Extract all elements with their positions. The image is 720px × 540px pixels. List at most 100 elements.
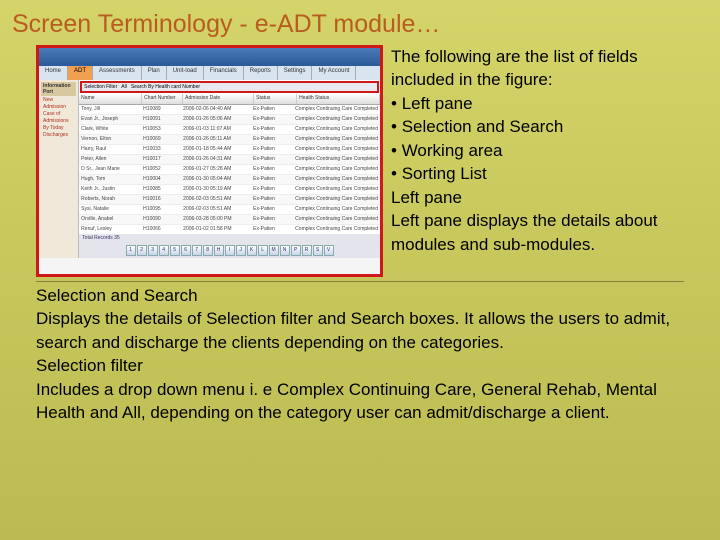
selection-filter-value[interactable]: All: [121, 84, 127, 90]
cell: H10089: [141, 105, 181, 114]
left-pane-item[interactable]: Discharges: [41, 132, 76, 139]
table-row[interactable]: D Sr., Jean MarieH100522006-01-27 05:28 …: [79, 165, 380, 175]
pager-button[interactable]: 7: [192, 245, 202, 256]
pager-button[interactable]: 4: [159, 245, 169, 256]
cell: Peter, Allen: [79, 155, 141, 164]
left-pane-item[interactable]: By Today: [41, 125, 76, 132]
table-row[interactable]: Tony, JillH100892006-02-06 04:40 AMEx-Pa…: [79, 105, 380, 115]
col-header[interactable]: Health Status: [297, 94, 380, 104]
pager-button[interactable]: M: [269, 245, 279, 256]
pager-button[interactable]: 8: [203, 245, 213, 256]
selection-filter-label: Selection Filter: [84, 84, 117, 90]
pager-button[interactable]: S: [313, 245, 323, 256]
search-by-label: Search By Health card Number: [131, 84, 200, 90]
cell: H10004: [141, 175, 181, 184]
pager-button[interactable]: I: [225, 245, 235, 256]
table-row[interactable]: Clark, WhiteH100532006-01-03 11:07 AMEx-…: [79, 125, 380, 135]
table-row[interactable]: Orville, AnabelH100902006-03-28 05:00 PM…: [79, 215, 380, 225]
pager[interactable]: 12345678HIJKLMNPRSV: [79, 242, 380, 258]
cell: Complex Continuing Care Completed: [293, 165, 380, 174]
cell: Complex Continuing Care Completed: [293, 135, 380, 144]
slide-title: Screen Terminology - e-ADT module…: [0, 0, 720, 45]
tab-reports[interactable]: Reports: [244, 66, 278, 80]
cell: Ex-Patien: [251, 145, 293, 154]
pager-button[interactable]: K: [247, 245, 257, 256]
table-row[interactable]: Roberts, NorahH100162006-02-03 05:51 AME…: [79, 195, 380, 205]
cell: Complex Continuing Care Completed: [293, 145, 380, 154]
divider: [36, 281, 684, 282]
cell: D Sr., Jean Marie: [79, 165, 141, 174]
tab-home[interactable]: Home: [39, 66, 68, 80]
pager-button[interactable]: 1: [126, 245, 136, 256]
table-row[interactable]: Hugh, TomH100042006-01-30 05:04 AMEx-Pat…: [79, 175, 380, 185]
pager-button[interactable]: V: [324, 245, 334, 256]
col-header[interactable]: Admission Date: [183, 94, 254, 104]
table-row[interactable]: Keith Jr., JustinH100852006-01-30 05:19 …: [79, 185, 380, 195]
table-row[interactable]: Renuf, LesleyH100662006-01-02 01:58 PMEx…: [79, 225, 380, 234]
cell: 2006-02-03 05:51 AM: [181, 195, 251, 204]
col-header[interactable]: Name: [79, 94, 142, 104]
table-header: NameChart NumberAdmission DateStatusHeal…: [79, 94, 380, 105]
table-row[interactable]: Harry, RaulH100332006-01-18 05:44 AMEx-P…: [79, 145, 380, 155]
tab-unit-load[interactable]: Unit-load: [167, 66, 204, 80]
left-pane-header: Information Port: [41, 82, 76, 96]
col-header[interactable]: Status: [254, 94, 297, 104]
cell: Clark, White: [79, 125, 141, 134]
total-records: Total Records 35: [79, 234, 380, 242]
cell: Complex Continuing Care Completed: [293, 225, 380, 234]
selection-search-bar[interactable]: Selection Filter All Search By Health ca…: [80, 81, 379, 93]
left-pane-item[interactable]: New Admission: [41, 97, 76, 111]
tab-my account[interactable]: My Account: [312, 66, 356, 80]
cell: Complex Continuing Care Completed: [293, 185, 380, 194]
content: HomeADTAssessmentsPlanUnit-loadFinancial…: [0, 45, 720, 425]
tab-assessments[interactable]: Assessments: [93, 66, 142, 80]
pager-button[interactable]: 5: [170, 245, 180, 256]
table-row[interactable]: Peter, AllenH100172006-01-26 04:31 AMEx-…: [79, 155, 380, 165]
cell: H10069: [141, 135, 181, 144]
cell: 2006-03-28 05:00 PM: [181, 215, 251, 224]
cell: Orville, Anabel: [79, 215, 141, 224]
cell: H10091: [141, 115, 181, 124]
cell: H10033: [141, 145, 181, 154]
cell: H10090: [141, 215, 181, 224]
cell: Ex-Patien: [251, 195, 293, 204]
tab-adt[interactable]: ADT: [68, 66, 93, 80]
working-area: Selection Filter All Search By Health ca…: [79, 80, 380, 258]
pager-button[interactable]: N: [280, 245, 290, 256]
pager-button[interactable]: L: [258, 245, 268, 256]
pager-button[interactable]: J: [236, 245, 246, 256]
cell: 2006-01-03 11:07 AM: [181, 125, 251, 134]
table-row[interactable]: Evan Jr., JosephH100912006-01-26 05:06 A…: [79, 115, 380, 125]
cell: Ex-Patien: [251, 215, 293, 224]
cell: Ex-Patien: [251, 155, 293, 164]
pager-button[interactable]: 6: [181, 245, 191, 256]
cell: H10085: [141, 185, 181, 194]
pager-button[interactable]: R: [302, 245, 312, 256]
selsearch-heading: Selection and Search: [36, 284, 684, 307]
cell: 2006-01-26 04:31 AM: [181, 155, 251, 164]
cell: Complex Continuing Care Completed: [293, 115, 380, 124]
cell: Complex Continuing Care Completed: [293, 205, 380, 214]
table-row[interactable]: Sysi, NatalieH100952006-02-03 05:51 AMEx…: [79, 205, 380, 215]
tab-financials[interactable]: Financials: [204, 66, 244, 80]
cell: Hugh, Tom: [79, 175, 141, 184]
pager-button[interactable]: 3: [148, 245, 158, 256]
pager-button[interactable]: P: [291, 245, 301, 256]
tab-plan[interactable]: Plan: [142, 66, 167, 80]
table-row[interactable]: Vernon, EltonH100692006-01-26 05:11 AMEx…: [79, 135, 380, 145]
tab-settings[interactable]: Settings: [278, 66, 313, 80]
cell: Harry, Raul: [79, 145, 141, 154]
cell: Ex-Patien: [251, 165, 293, 174]
cell: Renuf, Lesley: [79, 225, 141, 234]
cell: 2006-02-03 05:51 AM: [181, 205, 251, 214]
col-header[interactable]: Chart Number: [142, 94, 183, 104]
app-tabs: HomeADTAssessmentsPlanUnit-loadFinancial…: [39, 66, 380, 80]
app-screenshot: HomeADTAssessmentsPlanUnit-loadFinancial…: [36, 45, 383, 277]
selfilter-body: Includes a drop down menu i. e Complex C…: [36, 378, 684, 425]
cell: Vernon, Elton: [79, 135, 141, 144]
pager-button[interactable]: 2: [137, 245, 147, 256]
cell: Ex-Patien: [251, 175, 293, 184]
left-pane-item[interactable]: Case of Admissions: [41, 111, 76, 125]
cell: 2006-01-26 05:06 AM: [181, 115, 251, 124]
pager-button[interactable]: H: [214, 245, 224, 256]
